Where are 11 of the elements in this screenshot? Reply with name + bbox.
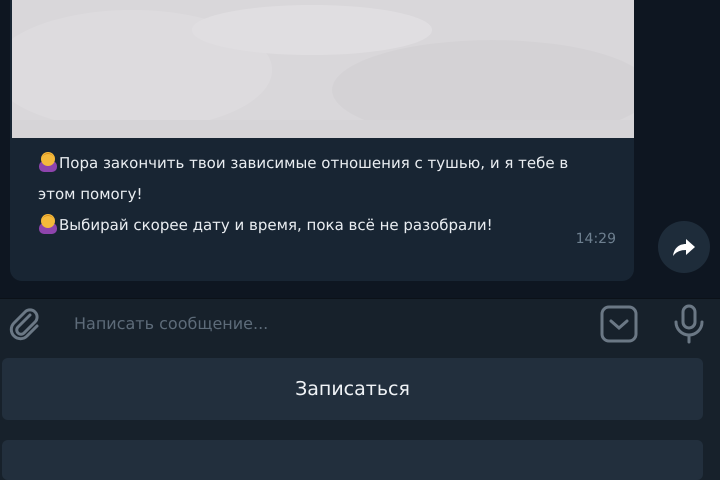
keyboard-button[interactable]: Записаться <box>2 358 703 420</box>
microphone-icon[interactable] <box>672 304 706 344</box>
forward-icon <box>672 237 696 257</box>
person-emoji-icon <box>38 150 58 172</box>
person-emoji-icon <box>38 212 58 234</box>
keyboard-toggle-icon[interactable] <box>600 304 638 342</box>
message-text: Пора закончить твои зависимые отношения с тушью, и я тебе в этом помогу! <box>38 148 582 210</box>
forward-button[interactable] <box>658 221 710 273</box>
message-composer[interactable]: Написать сообщение... <box>0 298 720 348</box>
message-time: 14:29 <box>576 230 616 249</box>
message-input[interactable]: Написать сообщение... <box>74 312 600 336</box>
